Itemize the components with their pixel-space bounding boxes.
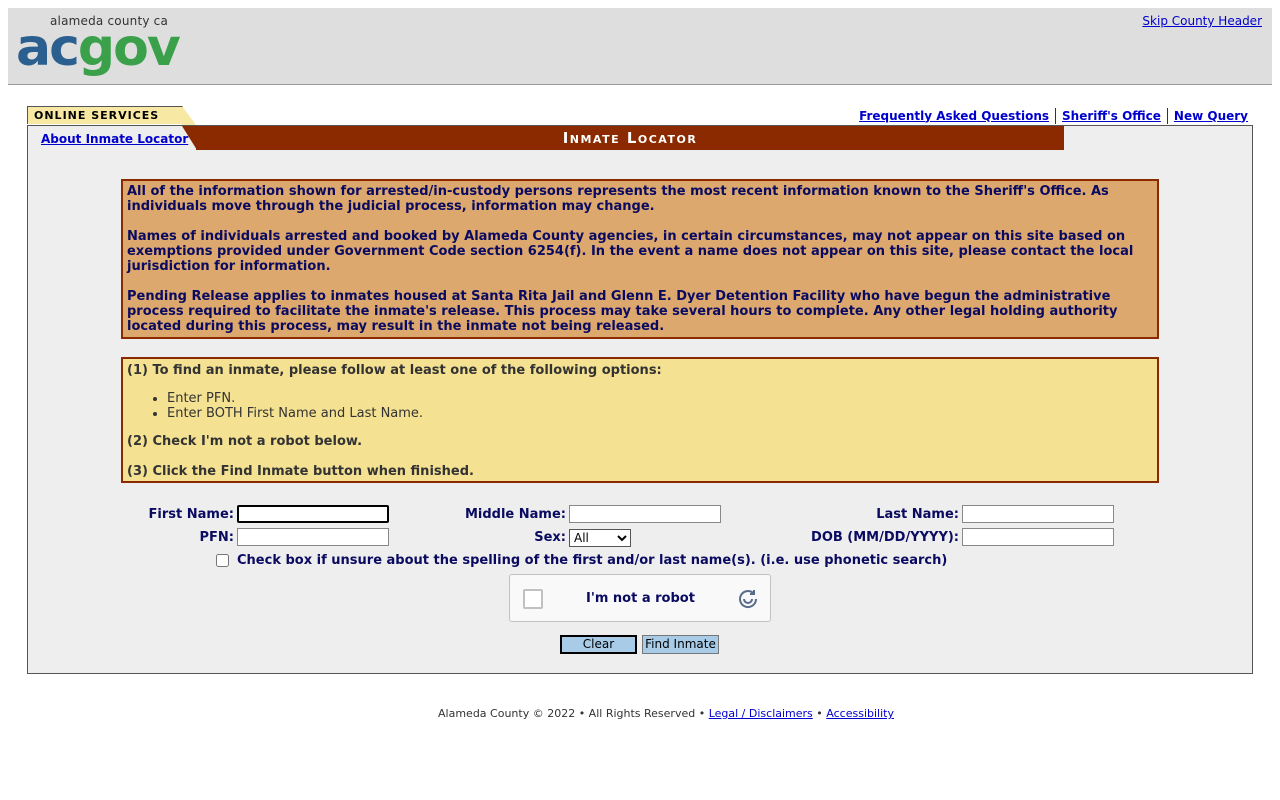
footer-separator: •	[816, 707, 823, 720]
sheriffs-office-link[interactable]: Sheriff's Office	[1058, 109, 1165, 123]
pfn-label: PFN:	[199, 530, 235, 545]
dob-label: DOB (MM/DD/YYYY):	[811, 530, 959, 545]
clear-button[interactable]: Clear	[560, 635, 637, 654]
legal-disclaimers-link[interactable]: Legal / Disclaimers	[709, 707, 813, 720]
instructions-box: (1) To find an inmate, please follow at …	[121, 357, 1159, 483]
skip-county-header-link[interactable]: Skip County Header	[1142, 14, 1262, 28]
page-title: Inmate Locator	[562, 129, 698, 147]
recaptcha-checkbox[interactable]	[523, 589, 543, 609]
dob-input[interactable]	[962, 528, 1114, 546]
about-inmate-locator-link[interactable]: About Inmate Locator	[41, 132, 188, 146]
instruction-step-2: (2) Check I'm not a robot below.	[127, 434, 363, 449]
footer-copyright: Alameda County © 2022 • All Rights Reser…	[438, 707, 706, 720]
disclaimer-paragraph: All of the information shown for arreste…	[127, 184, 1109, 214]
first-name-input[interactable]	[237, 505, 389, 523]
faq-link[interactable]: Frequently Asked Questions	[855, 109, 1053, 123]
acgov-logo[interactable]: alameda county ca acgov	[16, 12, 206, 84]
instruction-step-3: (3) Click the Find Inmate button when fi…	[127, 464, 474, 479]
link-divider	[1166, 108, 1168, 124]
middle-name-input[interactable]	[569, 505, 721, 523]
county-header: alameda county ca acgov Skip County Head…	[8, 8, 1272, 85]
logo-gov: gov	[77, 18, 181, 78]
sex-label: Sex:	[534, 530, 566, 545]
disclaimer-paragraph: Pending Release applies to inmates house…	[127, 289, 1118, 334]
recaptcha-widget: I'm not a robot	[509, 574, 771, 622]
find-inmate-button[interactable]: Find Inmate	[642, 635, 719, 654]
last-name-input[interactable]	[962, 505, 1114, 523]
recaptcha-refresh-icon	[739, 590, 758, 608]
new-query-link[interactable]: New Query	[1170, 109, 1252, 123]
instruction-step-1: (1) To find an inmate, please follow at …	[127, 363, 662, 378]
footer: Alameda County © 2022 • All Rights Reser…	[0, 707, 1280, 720]
disclaimer-box: All of the information shown for arreste…	[121, 179, 1159, 339]
instruction-options: Enter PFN. Enter BOTH First Name and Las…	[127, 391, 1153, 421]
tab-corner	[182, 106, 196, 125]
pfn-input[interactable]	[237, 528, 389, 546]
instruction-option: Enter BOTH First Name and Last Name.	[167, 406, 1153, 421]
top-nav-links: Frequently Asked Questions Sheriff's Offi…	[855, 108, 1252, 124]
sex-select[interactable]: All	[569, 529, 631, 547]
first-name-label: First Name:	[148, 507, 234, 522]
logo-wordmark: acgov	[16, 22, 181, 74]
phonetic-search-checkbox[interactable]	[216, 554, 229, 567]
last-name-label: Last Name:	[876, 507, 959, 522]
phonetic-search-label: Check box if unsure about the spelling o…	[237, 553, 948, 568]
middle-name-label: Middle Name:	[464, 507, 566, 522]
link-divider	[1055, 108, 1057, 124]
instruction-option: Enter PFN.	[167, 391, 1153, 406]
logo-ac: ac	[16, 18, 80, 78]
recaptcha-label: I'm not a robot	[586, 591, 695, 606]
disclaimer-paragraph: Names of individuals arrested and booked…	[127, 229, 1134, 274]
accessibility-link[interactable]: Accessibility	[826, 707, 894, 720]
tab-online-services[interactable]: ONLINE SERVICES	[27, 106, 183, 124]
